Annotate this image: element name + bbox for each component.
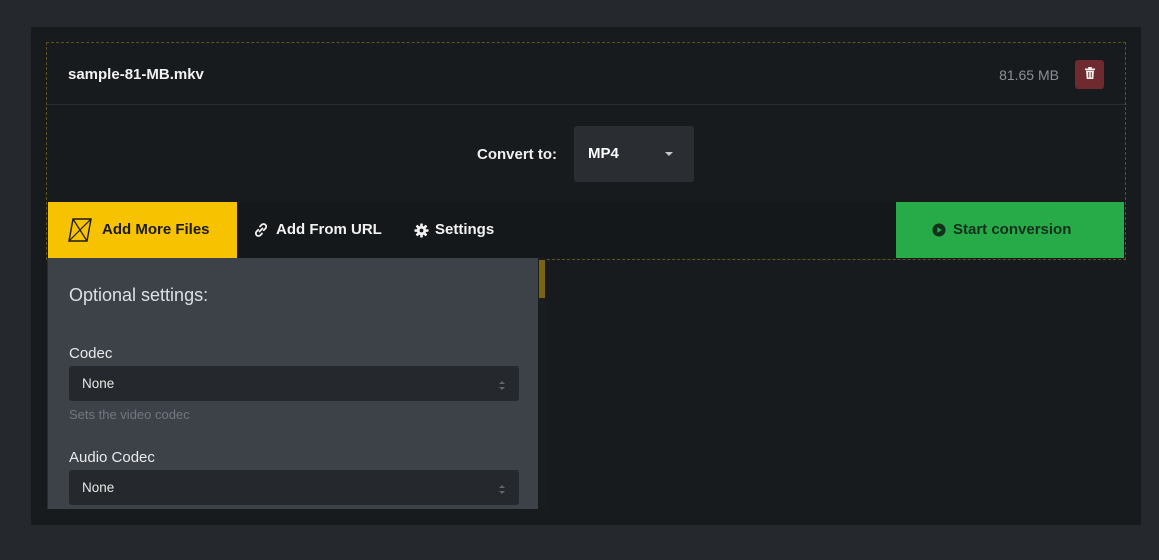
optional-settings-title: Optional settings: [69,285,209,305]
start-conversion-label: Start conversion [953,221,1072,238]
delete-file-button[interactable] [1075,60,1104,89]
start-conversion-button[interactable]: Start conversion [896,202,1124,258]
toolbar: Add More Files Add From URL Settings Sta… [47,202,1125,258]
scrollbar-thumb[interactable] [539,260,545,298]
trash-icon [1084,66,1095,84]
codec-value: None [82,376,115,391]
settings-button[interactable]: Settings [414,221,514,241]
link-icon [253,221,269,242]
file-name: sample-81-MB.mkv [68,66,204,83]
add-more-files-label: Add More Files [102,221,210,238]
file-row: sample-81-MB.mkv 81.65 MB [47,43,1125,105]
audio-codec-value: None [82,480,115,495]
select-arrows-icon [499,482,505,494]
add-from-url-label: Add From URL [276,221,382,238]
audio-codec-select[interactable]: None [69,470,519,505]
format-value: MP4 [588,145,619,162]
select-arrows-icon [499,378,505,390]
codec-help-text: Sets the video codec [69,407,190,422]
play-circle-icon [932,223,946,242]
codec-label: Codec [69,345,113,362]
add-more-files-button[interactable]: Add More Files [48,202,237,258]
add-from-url-button[interactable]: Add From URL [253,221,393,241]
chevron-down-icon [665,152,673,156]
codec-select[interactable]: None [69,366,519,401]
settings-label: Settings [435,221,495,238]
optional-settings-panel: Optional settings: Codec None Sets the v… [47,258,546,509]
format-select[interactable]: MP4 [574,126,694,182]
file-size: 81.65 MB [999,67,1059,83]
convert-to-label: Convert to: [477,146,557,163]
convert-row: Convert to: MP4 [47,106,1125,202]
gear-icon [414,221,429,242]
file-icon [67,217,93,248]
audio-codec-label: Audio Codec [69,449,155,466]
